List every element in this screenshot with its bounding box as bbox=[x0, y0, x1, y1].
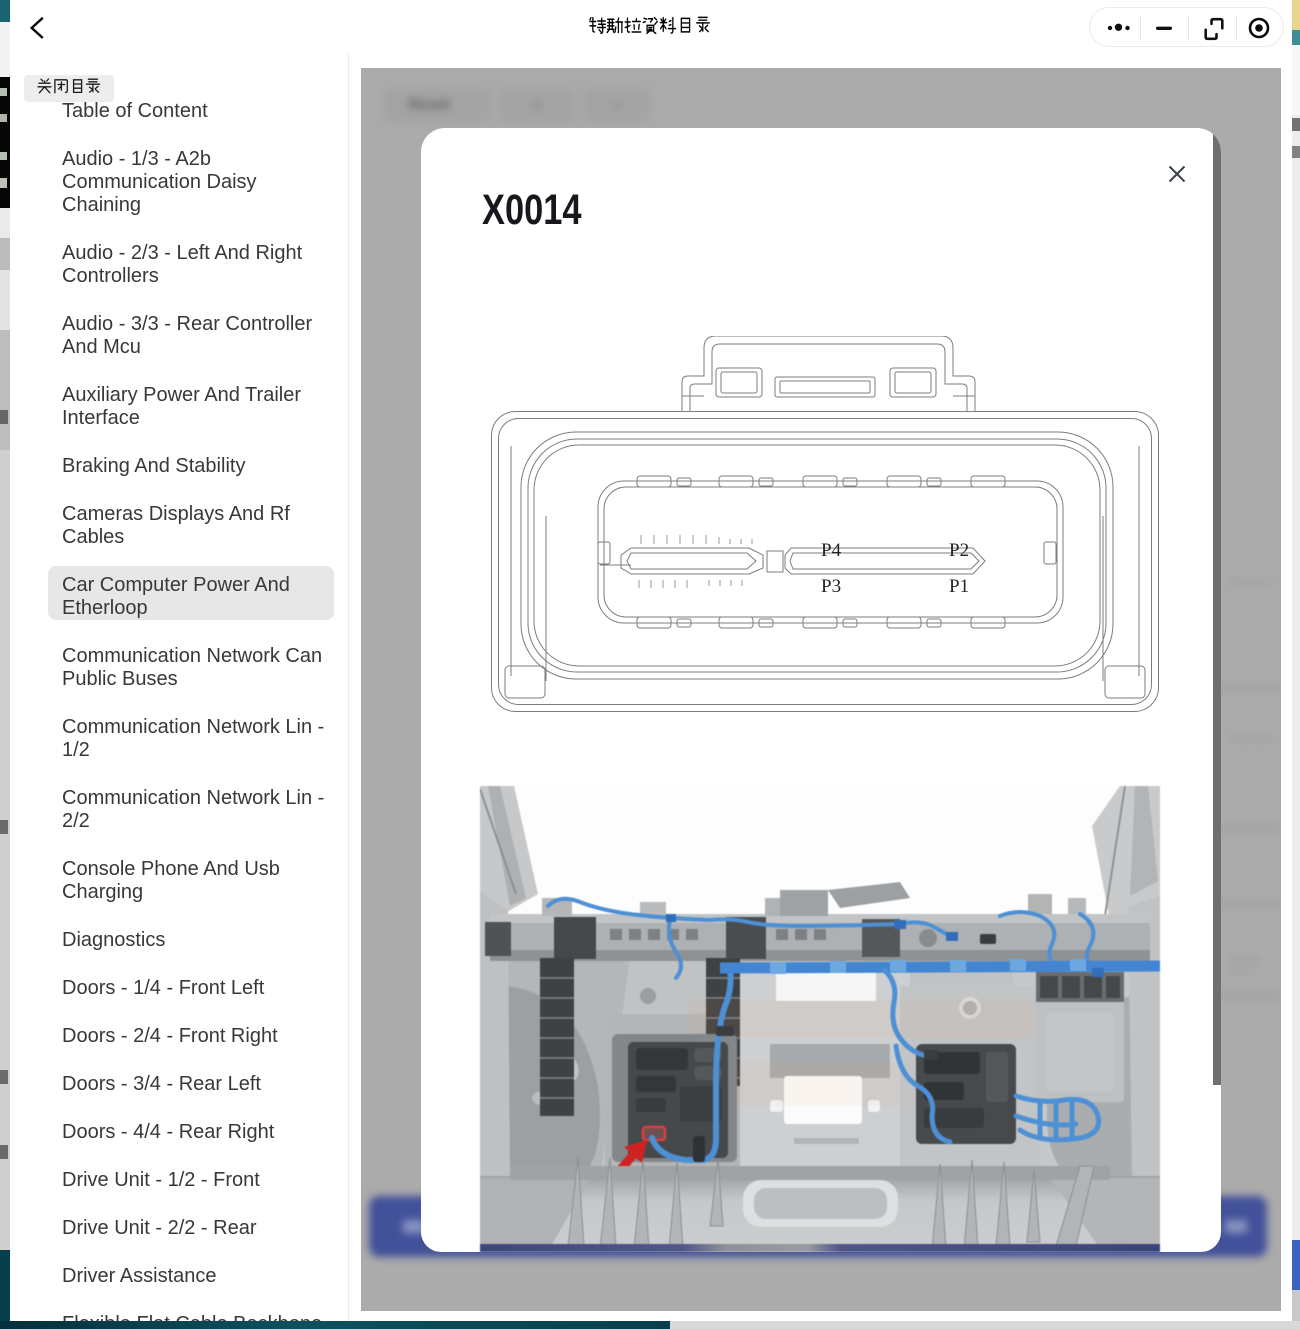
svg-text:P1: P1 bbox=[949, 576, 969, 597]
svg-text:P4: P4 bbox=[821, 540, 842, 561]
svg-text:P3: P3 bbox=[821, 576, 841, 597]
svg-text:P2: P2 bbox=[949, 540, 969, 561]
